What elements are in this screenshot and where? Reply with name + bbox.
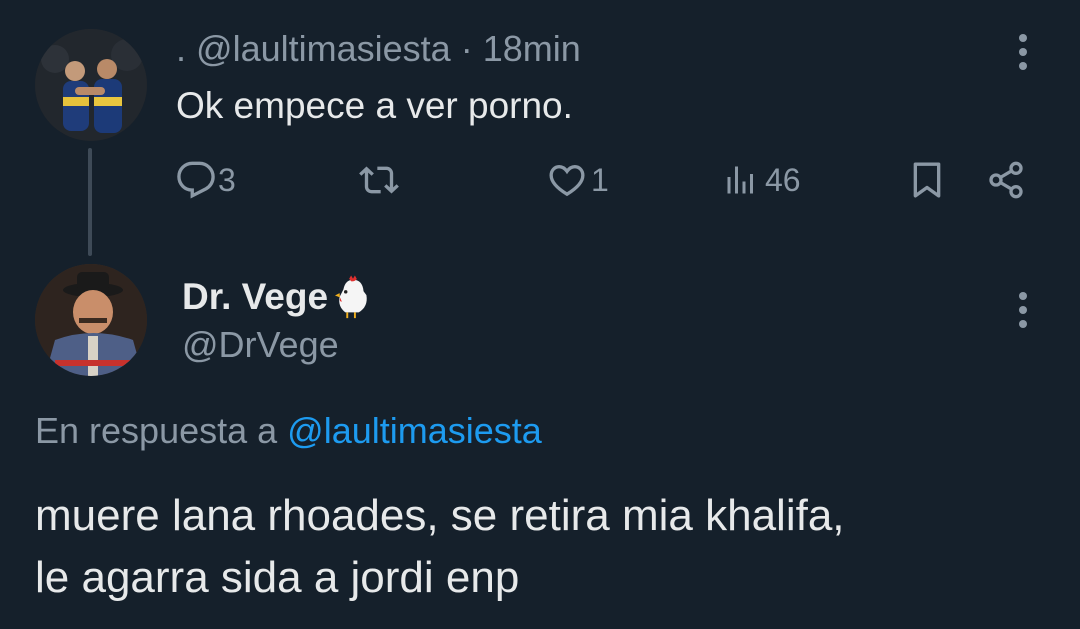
retweet-button[interactable] [359, 160, 399, 200]
like-button[interactable]: 1 [547, 160, 609, 200]
tweet1-meta: . @laultimasiesta · 18min [176, 28, 581, 70]
bookmark-icon [913, 162, 941, 198]
more-vertical-icon [1019, 34, 1027, 70]
retweet-icon [359, 166, 399, 194]
reply-count: 3 [218, 161, 236, 198]
tweet1-action-bar: 3 1 46 [176, 158, 1056, 204]
thread-connector-line [88, 148, 92, 256]
more-vertical-icon [1019, 292, 1027, 328]
reply-context: En respuesta a @laultimasiesta [35, 410, 542, 452]
bookmark-button[interactable] [907, 158, 947, 202]
avatar-image [35, 264, 147, 376]
chicken-emoji-icon [335, 275, 367, 319]
tweet2-display-name-text: Dr. Vege [182, 276, 329, 317]
reply-button[interactable]: 3 [176, 160, 236, 200]
reply-icon [177, 161, 215, 199]
avatar-image [35, 29, 147, 141]
views-count: 46 [765, 161, 801, 198]
avatar-drvege[interactable] [35, 264, 147, 376]
tweet2-display-name[interactable]: Dr. Vege [182, 274, 376, 320]
tweet2-handle[interactable]: @DrVege [182, 324, 339, 366]
like-icon [549, 164, 585, 197]
tweet1-display-name[interactable]: . [176, 28, 186, 69]
tweet1-more-button[interactable] [1018, 32, 1028, 77]
like-count: 1 [591, 161, 609, 198]
tweet1-separator: · [460, 28, 473, 69]
tweet2-text-line: muere lana rhoades, se retira mia khalif… [35, 491, 845, 540]
views-icon [727, 166, 753, 194]
tweet2-text: muere lana rhoades, se retira mia khalif… [35, 485, 1045, 609]
tweet2-more-button[interactable] [1018, 290, 1028, 335]
views-button[interactable]: 46 [723, 160, 801, 200]
tweet1-handle[interactable]: @laultimasiesta [196, 28, 451, 69]
reply-prefix: En respuesta a [35, 410, 278, 451]
tweet2-text-line: le agarra sida a jordi enp [35, 553, 520, 602]
avatar-laultimasiesta[interactable] [35, 29, 147, 141]
tweet1-time[interactable]: 18min [483, 28, 581, 69]
share-button[interactable] [986, 160, 1026, 200]
tweet1-text: Ok empece a ver porno. [176, 85, 573, 126]
reply-mention-link[interactable]: @laultimasiesta [287, 410, 542, 451]
share-icon [989, 161, 1023, 199]
